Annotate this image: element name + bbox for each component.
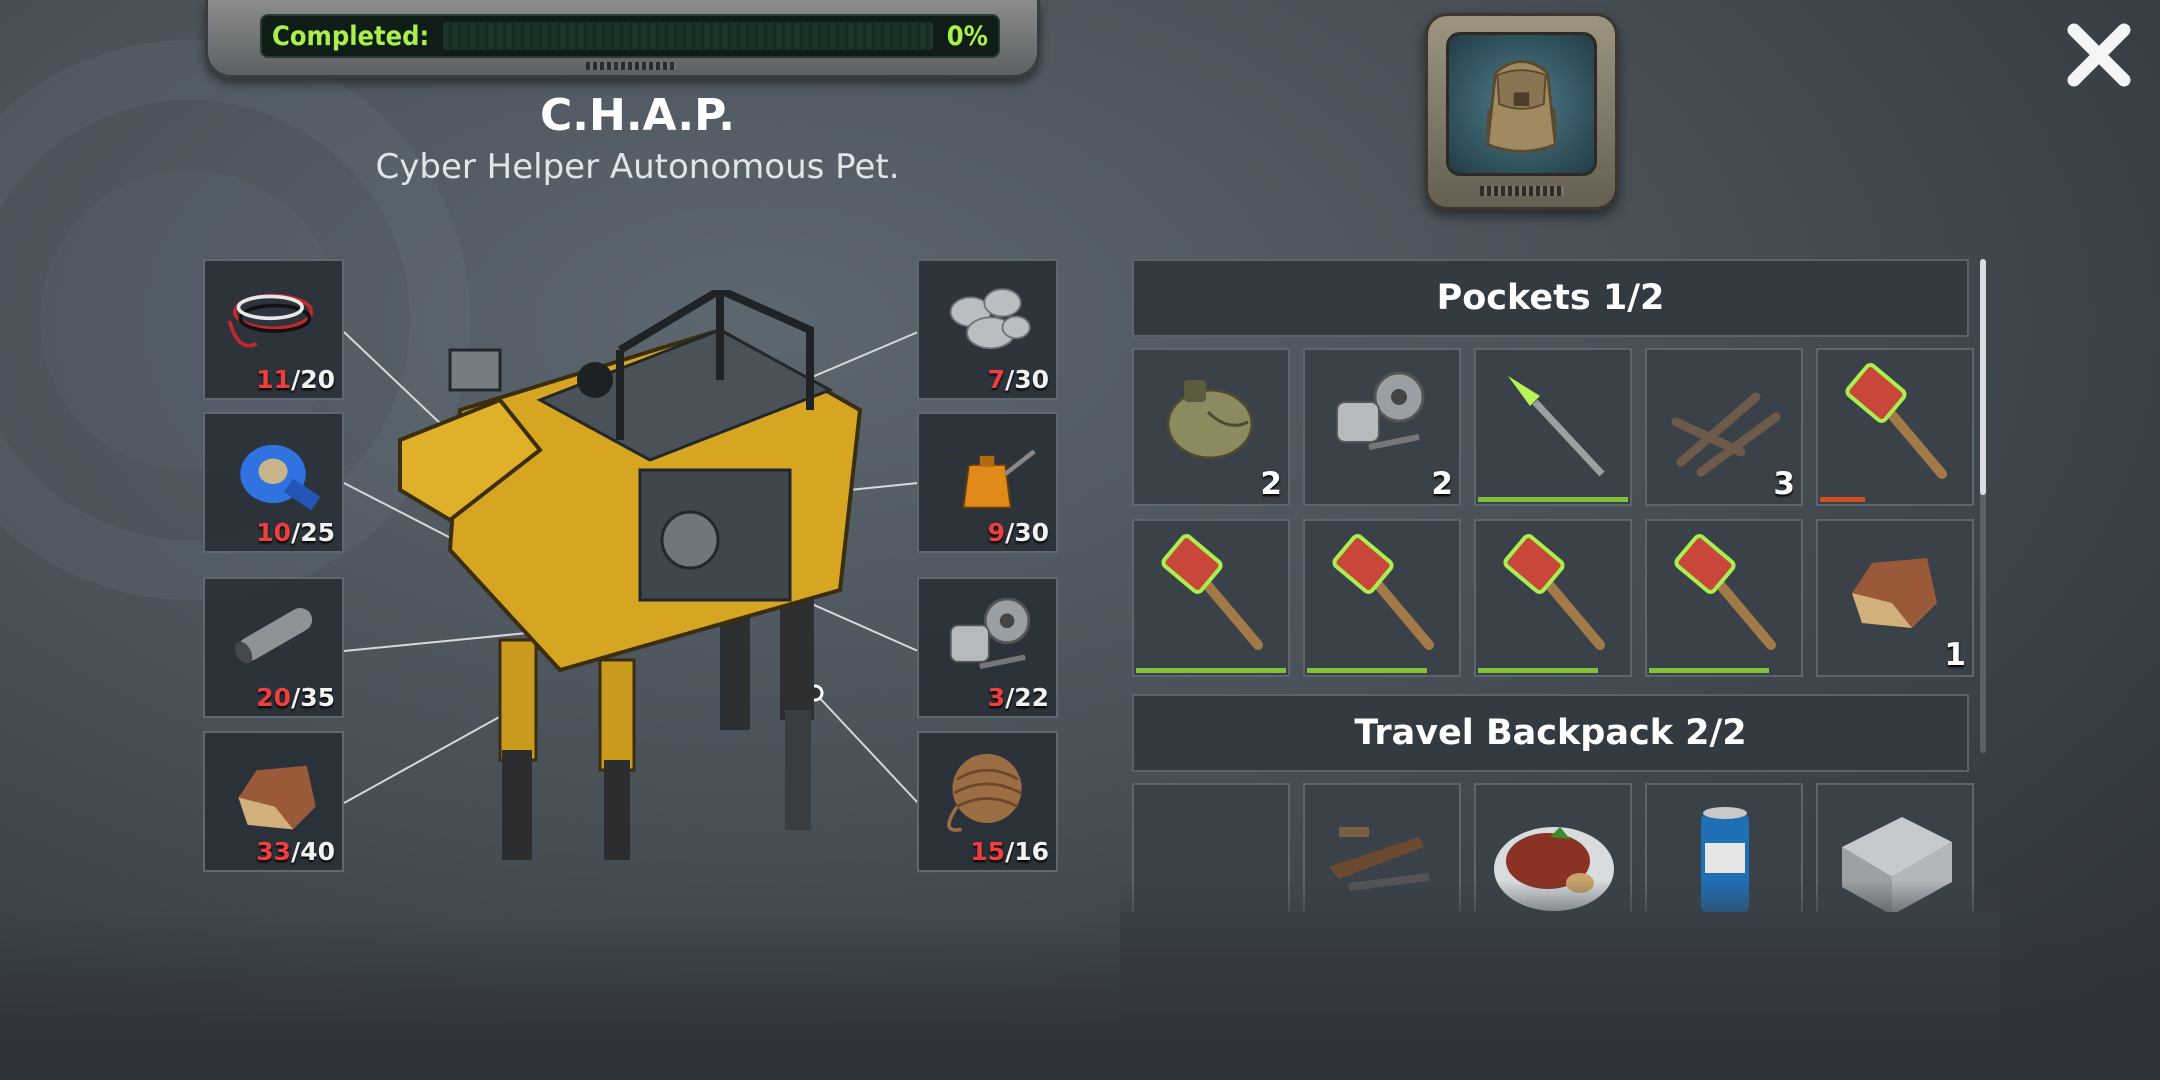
material-have: 9 <box>987 518 1006 547</box>
inventory-slot[interactable] <box>1474 348 1632 506</box>
monitor-screen <box>1446 32 1597 176</box>
material-need: /40 <box>291 837 335 866</box>
leather-icon <box>238 765 316 830</box>
inventory-slot[interactable] <box>1474 519 1632 677</box>
material-count: 9/30 <box>988 518 1049 547</box>
material-slot-left-3[interactable]: 33/40 <box>203 731 344 872</box>
sledgehammer-icon <box>1503 534 1605 650</box>
material-have: 7 <box>987 365 1006 394</box>
material-slot-left-2[interactable]: 20/35 <box>203 577 344 718</box>
list-fade-cover <box>1120 912 2000 1080</box>
durability-bar <box>1136 668 1286 673</box>
leather-icon <box>1852 558 1937 628</box>
progress-bar: Completed: 0% <box>260 14 1000 58</box>
progress-track <box>443 22 933 50</box>
material-need: /30 <box>1005 365 1049 394</box>
durability-bar <box>1649 668 1769 673</box>
backpack-icon <box>1485 60 1558 153</box>
inventory-slot[interactable]: 1 <box>1816 519 1974 677</box>
blueprint-title: C.H.A.P. <box>539 90 735 141</box>
material-count: 33/40 <box>256 837 335 866</box>
material-need: /35 <box>291 683 335 712</box>
material-count: 10/25 <box>256 518 335 547</box>
item-count: 2 <box>1431 466 1453 502</box>
pockets-title: Pockets 1/2 <box>1436 278 1665 318</box>
inventory-slot[interactable]: 2 <box>1303 348 1461 506</box>
engine-parts-icon <box>1336 371 1425 450</box>
sledgehammer-icon <box>1845 363 1947 479</box>
duct-tape-icon <box>240 444 321 511</box>
rebar-icon <box>1671 392 1781 477</box>
monitor-vent <box>1480 186 1564 196</box>
material-have: 20 <box>256 683 292 712</box>
inventory-slot[interactable] <box>1132 519 1290 677</box>
pockets-header: Pockets 1/2 <box>1132 259 1969 337</box>
backpack-title: Travel Backpack 2/2 <box>1354 713 1747 753</box>
material-need: /20 <box>291 365 335 394</box>
material-count: 3/22 <box>988 683 1049 712</box>
sledgehammer-icon <box>1674 534 1776 650</box>
durability-bar <box>1478 497 1628 502</box>
material-have: 15 <box>970 837 1006 866</box>
blueprint-subtitle: Cyber Helper Autonomous Pet. <box>375 147 900 187</box>
inventory-slot[interactable]: 3 <box>1645 348 1803 506</box>
inventory-slot[interactable] <box>1816 348 1974 506</box>
engine-parts-icon <box>949 597 1031 669</box>
progress-label: Completed: <box>272 20 430 52</box>
material-have: 3 <box>987 683 1006 712</box>
wires-icon <box>227 293 314 348</box>
material-need: /25 <box>291 518 335 547</box>
material-count: 7/30 <box>988 365 1049 394</box>
inventory-scrollbar[interactable] <box>1980 259 1986 753</box>
durability-bar <box>1307 668 1427 673</box>
close-button[interactable] <box>2064 20 2134 90</box>
durability-bar <box>1478 668 1598 673</box>
spear-icon <box>1508 376 1605 477</box>
progress-value: 0% <box>946 20 988 52</box>
durability-bar <box>1820 497 1865 502</box>
material-count: 15/16 <box>970 837 1049 866</box>
oil-can-icon <box>942 449 1036 509</box>
sledgehammer-icon <box>1161 534 1263 650</box>
material-have: 10 <box>256 518 292 547</box>
material-have: 33 <box>256 837 292 866</box>
material-count: 20/35 <box>256 683 335 712</box>
progress-grip <box>586 62 676 70</box>
progress-frame: Completed: 0% <box>205 0 1040 78</box>
material-slot-right-2[interactable]: 3/22 <box>917 577 1058 718</box>
close-icon <box>2067 23 2131 87</box>
material-need: /22 <box>1005 683 1049 712</box>
inventory-slot[interactable]: 2 <box>1132 348 1290 506</box>
material-have: 11 <box>256 365 292 394</box>
material-slot-right-0[interactable]: 7/30 <box>917 259 1058 400</box>
inventory-slot[interactable] <box>1303 519 1461 677</box>
item-count: 3 <box>1773 466 1795 502</box>
metal-ore-icon <box>949 288 1031 350</box>
material-slot-left-0[interactable]: 11/20 <box>203 259 344 400</box>
item-count: 2 <box>1260 466 1282 502</box>
backpack-header: Travel Backpack 2/2 <box>1132 694 1969 772</box>
sledgehammer-icon <box>1332 534 1434 650</box>
inventory-scroll-thumb[interactable] <box>1980 259 1986 495</box>
material-slot-right-3[interactable]: 15/16 <box>917 731 1058 872</box>
material-count: 11/20 <box>256 365 335 394</box>
flask-icon <box>1166 380 1254 460</box>
material-slot-left-1[interactable]: 10/25 <box>203 412 344 553</box>
material-need: /30 <box>1005 518 1049 547</box>
item-count: 1 <box>1944 637 1966 673</box>
robot-dog-image <box>398 290 863 860</box>
material-need: /16 <box>1005 837 1049 866</box>
inventory-slot[interactable] <box>1645 519 1803 677</box>
rope-icon <box>947 753 1022 832</box>
material-slot-right-1[interactable]: 9/30 <box>917 412 1058 553</box>
backpack-button[interactable] <box>1425 13 1618 210</box>
pipe-icon <box>234 607 313 664</box>
